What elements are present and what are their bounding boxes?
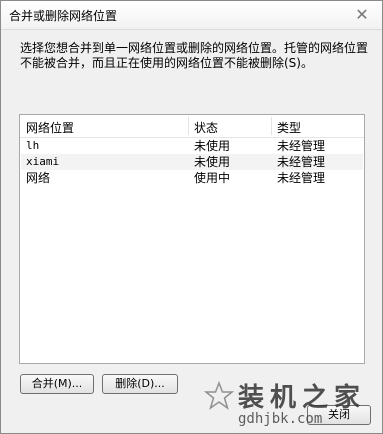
network-location-status: 未使用 bbox=[194, 139, 231, 153]
table-row[interactable]: 网络 使用中 未经管理 bbox=[21, 170, 363, 186]
instructions-text: 选择您想合并到单一网络位置或删除的网络位置。托管的网络位置不能被合并，而且正在使… bbox=[20, 41, 369, 70]
column-header-type[interactable]: 类型 bbox=[277, 119, 301, 136]
column-divider bbox=[188, 117, 189, 135]
list-header: 网络位置 状态 类型 bbox=[20, 115, 364, 138]
merge-button[interactable]: 合并(M)... bbox=[20, 374, 94, 394]
window-title: 合并或删除网络位置 bbox=[9, 9, 118, 23]
title-bar: 合并或删除网络位置 ✕ bbox=[1, 1, 382, 30]
network-locations-list[interactable]: 网络位置 状态 类型 lh 未使用 未经管理 xiami 未使用 未经管理 网络… bbox=[19, 114, 365, 364]
network-location-type: 未经管理 bbox=[277, 139, 326, 153]
star-logo-icon bbox=[204, 381, 234, 410]
merge-delete-network-locations-dialog: 合并或删除网络位置 ✕ 选择您想合并到单一网络位置或删除的网络位置。托管的网络位… bbox=[0, 0, 383, 434]
network-location-name: xiami bbox=[26, 155, 60, 168]
column-header-network-location[interactable]: 网络位置 bbox=[26, 119, 74, 136]
column-header-status[interactable]: 状态 bbox=[194, 119, 218, 136]
network-location-status: 使用中 bbox=[194, 171, 231, 185]
close-button[interactable]: 关闭 bbox=[307, 405, 371, 425]
delete-button[interactable]: 删除(D)... bbox=[102, 374, 178, 394]
table-row[interactable]: xiami 未使用 未经管理 bbox=[21, 154, 363, 170]
network-location-type: 未经管理 bbox=[277, 155, 326, 169]
table-row[interactable]: lh 未使用 未经管理 bbox=[21, 138, 363, 154]
network-location-name: 网络 bbox=[26, 171, 51, 185]
network-location-status: 未使用 bbox=[194, 155, 231, 169]
network-location-type: 未经管理 bbox=[277, 171, 326, 185]
column-divider bbox=[271, 117, 272, 135]
network-location-name: lh bbox=[26, 139, 40, 152]
close-window-icon[interactable]: ✕ bbox=[352, 4, 372, 24]
